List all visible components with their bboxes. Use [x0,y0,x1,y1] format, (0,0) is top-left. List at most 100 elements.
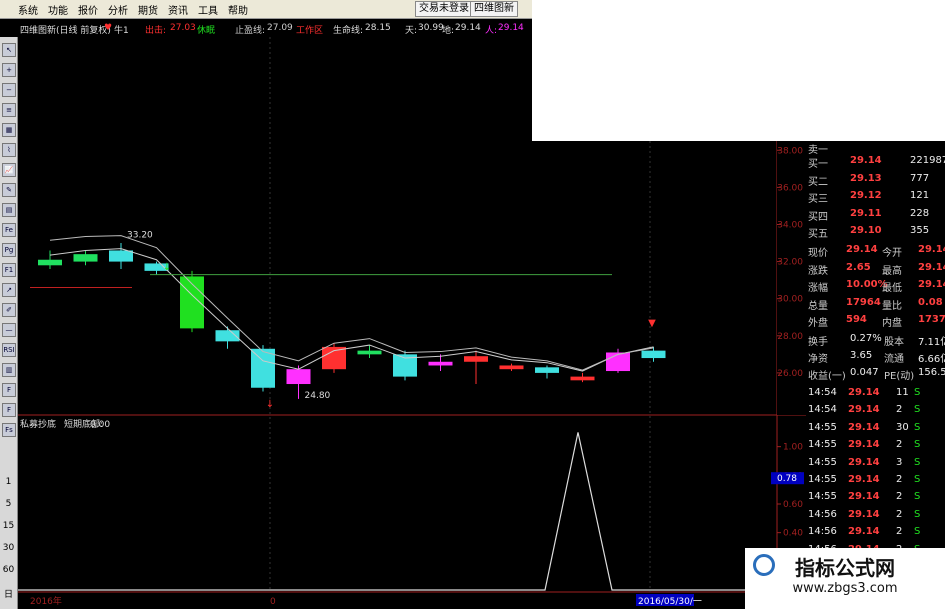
f2-icon[interactable]: F [2,403,16,417]
menu-futures[interactable]: 期货 [138,2,158,17]
period-1[interactable]: 5 [0,499,17,509]
ask-label: 卖一 [808,145,828,156]
fund-value-2: 7.11亿 [918,337,945,348]
extreme-label: 33.20 [127,230,153,240]
stop-value: 27.09 [267,23,293,33]
period-0[interactable]: 1 [0,477,17,487]
bid-row: 买四 29.11 228 [806,208,945,223]
period-5[interactable]: 日 [0,587,17,600]
tick-price: 29.14 [848,508,880,520]
pin-icon: ♥ [104,23,113,33]
tick-row: 14:54 29.14 11 S [806,387,945,401]
period-3[interactable]: 30 [0,543,17,553]
signal-arrow-icon: ▼ [648,318,656,329]
price-tick-label: 30.00 [777,295,803,305]
bid-row: 买五 29.10 355 [806,225,945,240]
period-2[interactable]: 15 [0,521,17,531]
pen-icon[interactable]: ✐ [2,303,16,317]
period-4[interactable]: 60 [0,565,17,575]
indicator-sub-label: 短期底部: [64,418,103,430]
bid-volume: 121 [910,190,930,201]
chart-icon[interactable]: 📈 [2,163,16,177]
stat-label-2: 最高 [882,265,902,277]
tick-time: 14:56 [808,508,837,520]
person-value: 29.14 [498,23,524,33]
candle-body [606,352,630,372]
price-tick-label: 38.00 [777,146,803,156]
stock-name-button[interactable]: 四维图新 [470,1,518,17]
bid-volume: 221987 [910,155,945,166]
f10-icon[interactable]: F1 [2,263,16,277]
minus-icon[interactable]: — [2,323,16,337]
stat-value: 2.65 [846,261,871,273]
cursor-icon[interactable]: ↖ [2,43,16,57]
watermark-title: 指标公式网 [795,556,895,580]
bid-price: 29.14 [850,155,882,166]
col-icon[interactable]: ▥ [2,363,16,377]
tick-side: S [914,439,921,451]
candle-body [144,263,169,271]
tick-time: 14:55 [808,491,837,503]
day-label: 天: [405,26,418,36]
tick-price: 29.14 [848,456,880,468]
draw-icon[interactable]: ✎ [2,183,16,197]
zoom-out-icon[interactable]: − [2,83,16,97]
stat-label-2: 量比 [882,300,902,312]
fs-icon[interactable]: Fs [2,423,16,437]
tick-price: 29.14 [848,526,880,538]
candle-body [464,356,488,362]
candle-body [499,365,524,370]
bid-label: 买四 [808,211,828,223]
tick-row: 14:55 29.14 2 S [806,491,945,505]
plot-icon[interactable]: ↗ [2,283,16,297]
trade-login-button[interactable]: 交易未登录 [415,1,473,17]
stat-label: 总量 [808,300,828,312]
ma-line-long [49,235,654,371]
grid-icon[interactable]: ▦ [2,123,16,137]
menu-analysis[interactable]: 分析 [108,2,128,17]
ground-value: 29.14 [455,23,481,33]
tick-time: 14:55 [808,421,837,433]
fund-value: 3.65 [850,350,873,361]
stat-label-2: 内盘 [882,318,902,329]
left-toolbar: ↖ + − ≡ ▦ ⌇ 📈 ✎ ▤ Fe Pg F1 ↗ ✐ — RSI ▥ F F Fs 1 5 15 30 60 日 [0,37,18,609]
ground-label: 地: [442,26,455,36]
menu-tools[interactable]: 工具 [198,2,218,17]
price-tick-label: 36.00 [777,183,803,193]
zoom-in-icon[interactable]: + [2,63,16,77]
bid-label: 买二 [808,176,828,188]
pg-icon[interactable]: Pg [2,243,16,257]
x-axis-start-label: 2016年 [30,595,62,607]
candle-body [393,354,417,377]
rsi-icon[interactable]: RSI [2,343,16,357]
bid-row: 买三 29.12 121 [806,190,945,205]
list-icon[interactable]: ≡ [2,103,16,117]
tick-row: 14:55 29.14 2 S [806,439,945,453]
menu-system[interactable]: 系统 [18,2,38,17]
fee-icon[interactable]: Fe [2,223,16,237]
tick-price: 29.14 [848,421,880,433]
price-tick-label: 32.00 [777,258,803,268]
tick-row: 14:55 29.14 2 S [806,474,945,488]
bid-label: 买一 [808,159,828,170]
menu-function[interactable]: 功能 [48,2,68,17]
f1-icon[interactable]: F [2,383,16,397]
price-tick-label: 26.00 [777,369,803,379]
fund-row: 净资 3.65 流通 6.66亿 [806,350,945,365]
kline-icon[interactable]: ⌇ [2,143,16,157]
tick-time: 14:55 [808,456,837,468]
menu-news[interactable]: 资讯 [168,2,188,17]
chart-title: 四维图新(日线 前复权) [20,26,111,36]
tick-side: S [914,474,921,485]
buy-arrow-icon: ↓ [163,262,171,273]
fund-value: 0.047 [850,367,879,378]
calc-icon[interactable]: ▤ [2,203,16,217]
menu-quote[interactable]: 报价 [78,2,98,17]
tick-time: 14:55 [808,474,837,485]
tick-time: 14:54 [808,387,837,398]
candle-body [641,350,666,359]
candle-body [251,348,275,388]
price-tick-label: 28.00 [777,332,803,342]
menu-help[interactable]: 帮助 [228,2,248,17]
ask-row: 卖一 [806,141,945,156]
